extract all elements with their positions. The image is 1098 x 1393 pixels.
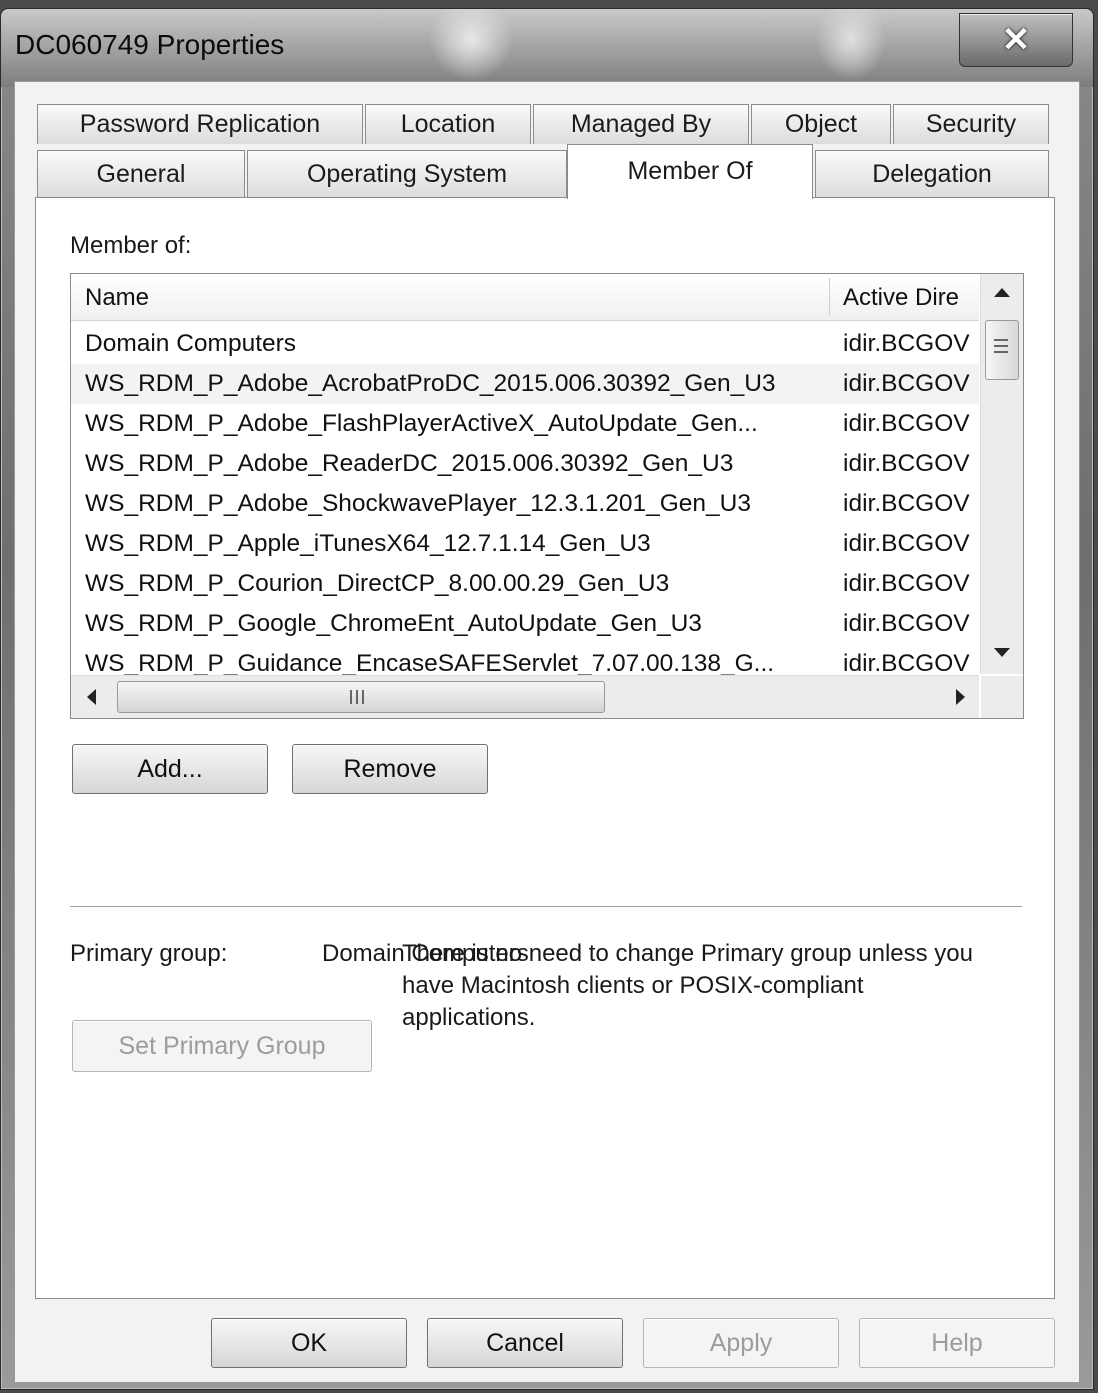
- row-name: WS_RDM_P_Adobe_ShockwavePlayer_12.3.1.20…: [85, 490, 751, 517]
- row-name: WS_RDM_P_Apple_iTunesX64_12.7.1.14_Gen_U…: [85, 530, 651, 557]
- row-folder: idir.BCGOV: [843, 570, 970, 597]
- horizontal-scrollbar[interactable]: [71, 675, 979, 718]
- window-title: DC060749 Properties: [15, 29, 285, 60]
- apply-button[interactable]: Apply: [643, 1318, 839, 1368]
- grip-icon: [350, 690, 352, 704]
- row-folder: idir.BCGOV: [843, 370, 970, 397]
- primary-group-label: Primary group:: [70, 940, 228, 967]
- primary-group-note: There is no need to change Primary group…: [402, 940, 973, 1031]
- row-name: WS_RDM_P_Courion_DirectCP_8.00.00.29_Gen…: [85, 570, 670, 597]
- list-item[interactable]: WS_RDM_P_Adobe_ReaderDC_2015.006.30392_G…: [71, 444, 979, 484]
- list-item[interactable]: WS_RDM_P_Courion_DirectCP_8.00.00.29_Gen…: [71, 564, 979, 604]
- row-name: WS_RDM_P_Adobe_AcrobatProDC_2015.006.303…: [85, 370, 776, 397]
- properties-window: DC060749 Properties ✕ Password Replicati…: [0, 8, 1094, 1390]
- list-item[interactable]: Domain Computers idir.BCGOV: [71, 324, 979, 364]
- arrow-left-icon[interactable]: [87, 689, 96, 705]
- cancel-button[interactable]: Cancel: [427, 1318, 623, 1368]
- row-name: WS_RDM_P_Adobe_FlashPlayerActiveX_AutoUp…: [85, 410, 758, 437]
- arrow-right-icon[interactable]: [956, 689, 965, 705]
- column-divider[interactable]: [829, 278, 830, 316]
- member-of-panel: Member of: Name Active Dire Domain Compu…: [35, 197, 1055, 1299]
- list-item[interactable]: WS_RDM_P_Adobe_AcrobatProDC_2015.006.303…: [71, 364, 979, 404]
- tab-member-of[interactable]: Member Of: [567, 144, 813, 199]
- row-name: WS_RDM_P_Google_ChromeEnt_AutoUpdate_Gen…: [85, 610, 702, 637]
- member-of-list[interactable]: Name Active Dire Domain Computers idir.BC…: [70, 273, 1024, 719]
- tab-password-replication[interactable]: Password Replication: [37, 104, 363, 144]
- column-header-active-directory[interactable]: Active Dire: [843, 284, 959, 312]
- row-name: WS_RDM_P_Adobe_ReaderDC_2015.006.30392_G…: [85, 450, 734, 477]
- grip-icon: [994, 339, 1008, 341]
- tab-managed-by[interactable]: Managed By: [533, 104, 749, 144]
- scrollbar-corner: [981, 676, 1023, 718]
- tab-object[interactable]: Object: [751, 104, 891, 144]
- list-item[interactable]: WS_RDM_P_Google_ChromeEnt_AutoUpdate_Gen…: [71, 604, 979, 644]
- list-item[interactable]: WS_RDM_P_Apple_iTunesX64_12.7.1.14_Gen_U…: [71, 524, 979, 564]
- list-item[interactable]: WS_RDM_P_Adobe_FlashPlayerActiveX_AutoUp…: [71, 404, 979, 444]
- tab-location[interactable]: Location: [365, 104, 531, 144]
- list-item[interactable]: WS_RDM_P_Adobe_ShockwavePlayer_12.3.1.20…: [71, 484, 979, 524]
- row-folder: idir.BCGOV: [843, 450, 970, 477]
- arrow-down-icon[interactable]: [994, 648, 1010, 657]
- row-folder: idir.BCGOV: [843, 650, 970, 677]
- set-primary-group-button[interactable]: Set Primary Group: [72, 1020, 372, 1072]
- row-folder: idir.BCGOV: [843, 410, 970, 437]
- row-folder: idir.BCGOV: [843, 330, 970, 357]
- row-folder: idir.BCGOV: [843, 490, 970, 517]
- close-button[interactable]: ✕: [959, 13, 1073, 67]
- vertical-scrollbar[interactable]: [980, 274, 1023, 674]
- ok-button[interactable]: OK: [211, 1318, 407, 1368]
- row-name: Domain Computers: [85, 330, 297, 357]
- tab-general[interactable]: General: [37, 150, 245, 198]
- tab-operating-system[interactable]: Operating System: [247, 150, 567, 198]
- close-icon: ✕: [1001, 21, 1031, 59]
- list-rows: Domain Computers idir.BCGOV WS_RDM_P_Adob…: [71, 324, 979, 684]
- section-divider: [70, 906, 1022, 907]
- horizontal-scroll-thumb[interactable]: [117, 681, 605, 713]
- arrow-up-icon[interactable]: [994, 288, 1010, 297]
- dialog-client-area: Password Replication Location Managed By…: [14, 81, 1080, 1383]
- row-folder: idir.BCGOV: [843, 530, 970, 557]
- help-button[interactable]: Help: [859, 1318, 1055, 1368]
- tab-delegation[interactable]: Delegation: [815, 150, 1049, 198]
- vertical-scroll-thumb[interactable]: [985, 320, 1019, 380]
- column-header-name[interactable]: Name: [85, 284, 149, 312]
- row-folder: idir.BCGOV: [843, 610, 970, 637]
- add-button[interactable]: Add...: [72, 744, 268, 794]
- member-of-label: Member of:: [70, 232, 192, 259]
- tab-security[interactable]: Security: [893, 104, 1049, 144]
- list-header: Name Active Dire: [71, 274, 979, 321]
- row-name: WS_RDM_P_Guidance_EncaseSAFEServlet_7.07…: [85, 650, 775, 677]
- remove-button[interactable]: Remove: [292, 744, 488, 794]
- title-bar: DC060749 Properties ✕: [1, 9, 1093, 87]
